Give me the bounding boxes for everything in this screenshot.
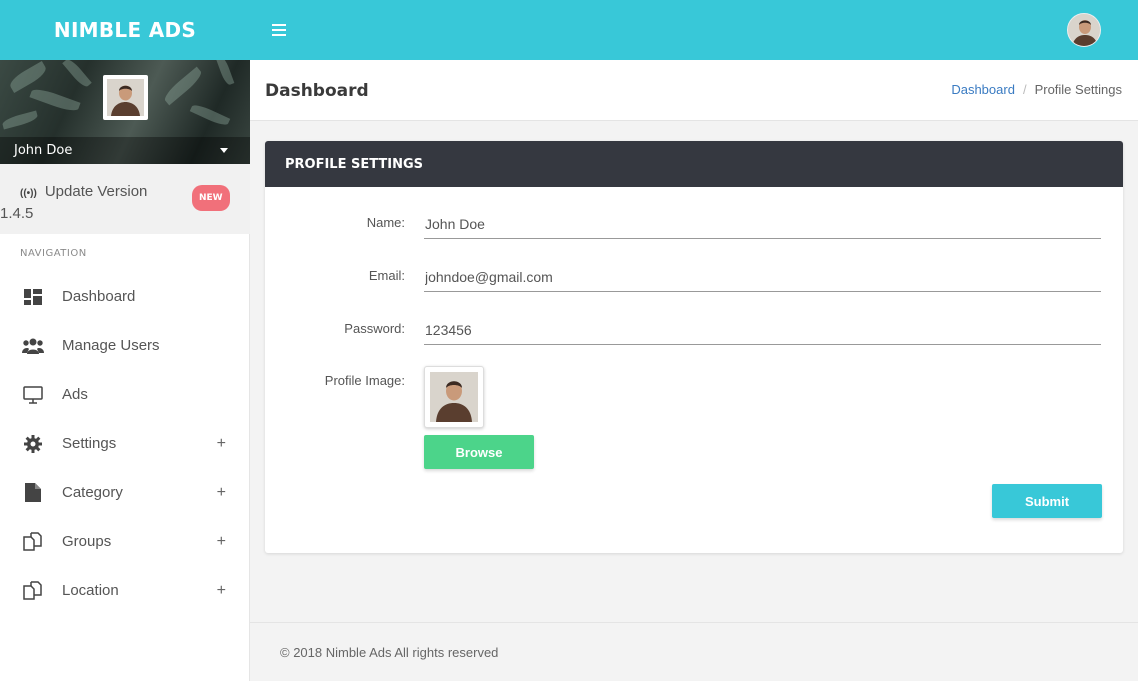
users-icon <box>22 336 44 356</box>
password-field[interactable] <box>424 315 1101 345</box>
card-title: PROFILE SETTINGS <box>285 156 424 172</box>
sidebar-avatar[interactable] <box>103 75 148 120</box>
sidebar-item-label: Dashboard <box>62 288 136 305</box>
sidebar-item-label: Settings <box>62 435 117 452</box>
email-field[interactable] <box>424 262 1101 292</box>
update-label: Update Version <box>44 183 148 200</box>
expand-icon[interactable]: + <box>217 533 226 551</box>
dashboard-icon <box>22 287 44 307</box>
expand-icon[interactable]: + <box>217 484 226 502</box>
copy-icon <box>22 581 44 601</box>
breadcrumb: Dashboard / Profile Settings <box>951 82 1122 97</box>
sidebar-item-category[interactable]: Category + <box>0 468 250 517</box>
sidebar-item-label: Groups <box>62 533 112 550</box>
profile-image-label: Profile Image: <box>324 373 405 388</box>
sidebar-item-dashboard[interactable]: Dashboard <box>0 272 250 321</box>
sidebar-nav: Dashboard Manage Users Ads Settings + Ca… <box>0 272 250 615</box>
copyright-text: © 2018 Nimble Ads All rights reserved <box>280 645 499 660</box>
copy-icon <box>22 532 44 552</box>
menu-toggle-icon[interactable] <box>272 24 286 36</box>
update-version-number: 1.4.5 <box>0 205 34 222</box>
user-avatar[interactable] <box>1067 13 1101 47</box>
sidebar: John Doe ((•)) Update Version 1.4.5 NEW N… <box>0 60 250 681</box>
browse-button[interactable]: Browse <box>424 435 534 469</box>
caret-down-icon <box>220 148 228 153</box>
sidebar-item-location[interactable]: Location + <box>0 566 250 615</box>
sidebar-item-ads[interactable]: Ads <box>0 370 250 419</box>
submit-button[interactable]: Submit <box>992 484 1102 518</box>
password-label: Password: <box>344 321 405 336</box>
user-banner: John Doe <box>0 60 250 164</box>
profile-image-preview[interactable] <box>424 366 484 428</box>
name-label: Name: <box>366 215 405 230</box>
breadcrumb-link-dashboard[interactable]: Dashboard <box>951 82 1015 97</box>
gear-icon <box>22 434 44 454</box>
monitor-icon <box>22 385 44 405</box>
broadcast-icon: ((•)) <box>20 188 37 199</box>
sidebar-item-label: Ads <box>62 386 88 403</box>
sidebar-item-manage-users[interactable]: Manage Users <box>0 321 250 370</box>
file-icon <box>22 483 44 503</box>
page-title: Dashboard <box>265 81 369 101</box>
footer: © 2018 Nimble Ads All rights reserved <box>250 622 1138 681</box>
sidebar-item-label: Manage Users <box>62 337 160 354</box>
brand-logo[interactable]: NIMBLE ADS <box>0 0 250 60</box>
email-label: Email: <box>368 268 405 283</box>
new-badge: NEW <box>192 185 230 211</box>
breadcrumb-separator: / <box>1022 82 1027 97</box>
expand-icon[interactable]: + <box>217 582 226 600</box>
nav-section-title: NAVIGATION <box>20 248 87 259</box>
name-field[interactable] <box>424 209 1101 239</box>
update-version-notice[interactable]: ((•)) Update Version 1.4.5 NEW <box>0 164 250 234</box>
user-menu-toggle[interactable]: John Doe <box>0 137 250 164</box>
breadcrumb-current: Profile Settings <box>1034 82 1122 97</box>
sidebar-item-settings[interactable]: Settings + <box>0 419 250 468</box>
top-bar: NIMBLE ADS <box>0 0 1138 60</box>
user-name: John Doe <box>14 143 73 158</box>
profile-settings-card: PROFILE SETTINGS Name: Email: Password: … <box>265 141 1123 553</box>
sidebar-item-groups[interactable]: Groups + <box>0 517 250 566</box>
sidebar-item-label: Category <box>62 484 123 501</box>
expand-icon[interactable]: + <box>217 435 226 453</box>
card-header: PROFILE SETTINGS <box>265 141 1123 187</box>
page-header: Dashboard Dashboard / Profile Settings <box>250 60 1138 121</box>
sidebar-item-label: Location <box>62 582 119 599</box>
